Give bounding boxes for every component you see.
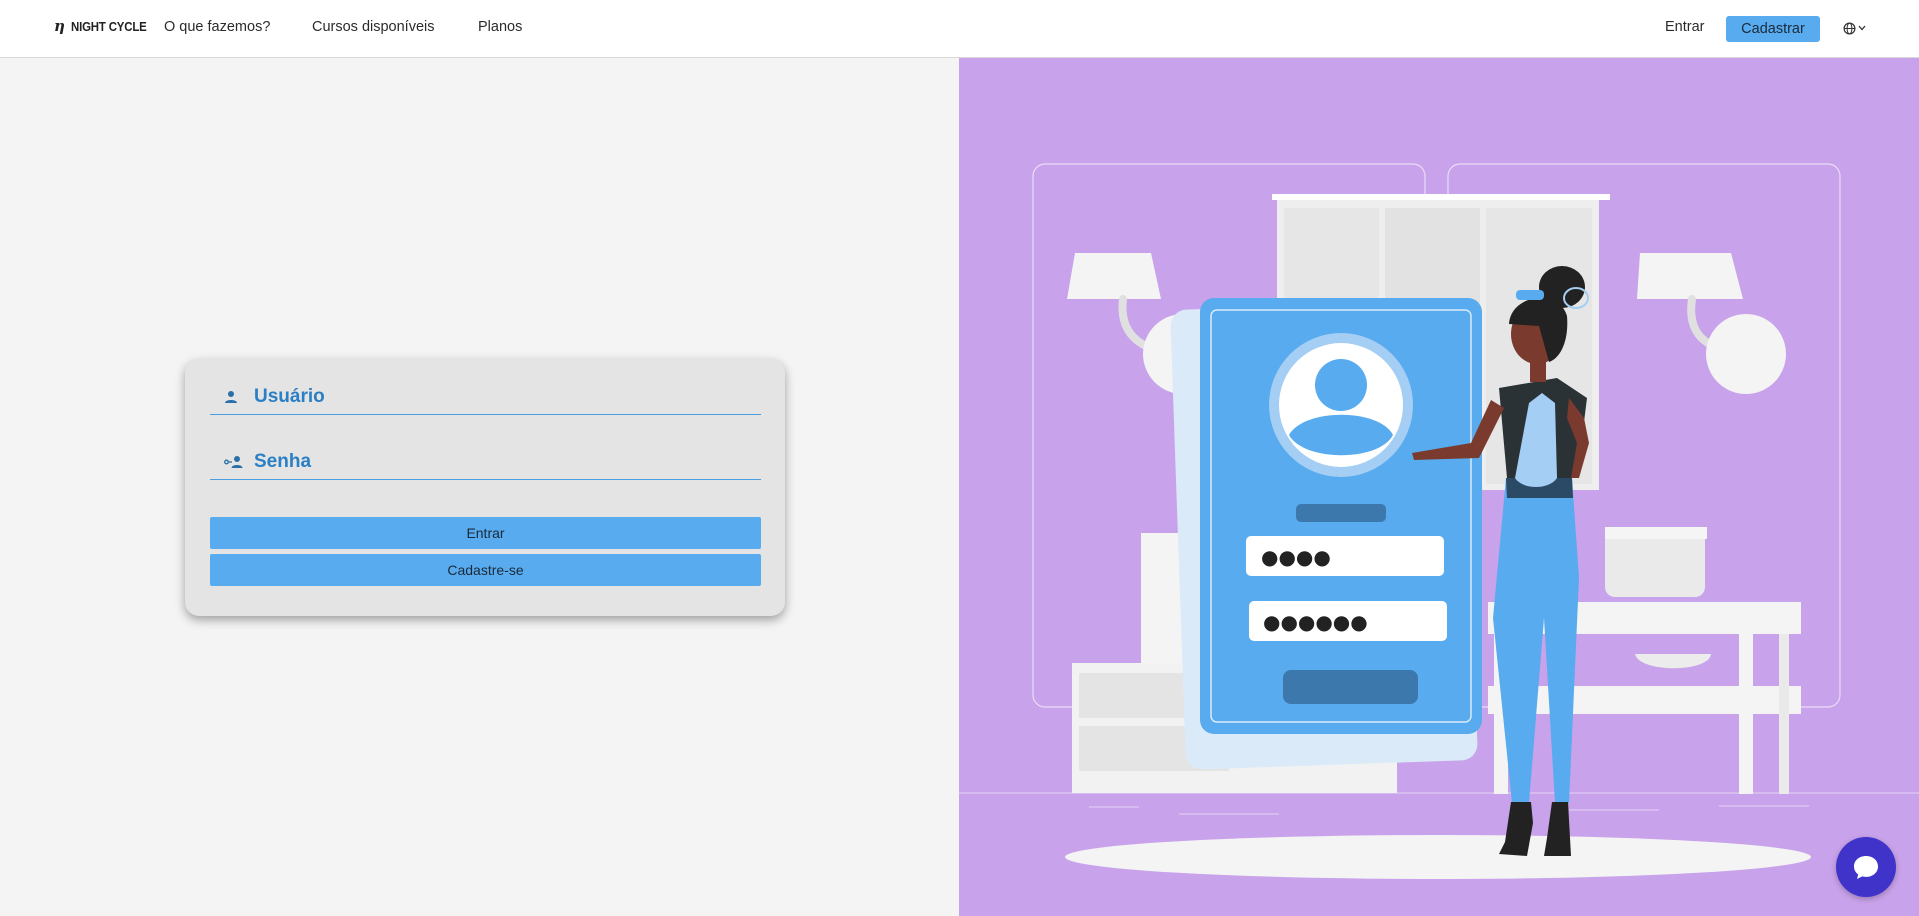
submit-login-button[interactable]: Entrar xyxy=(210,517,761,549)
globe-icon xyxy=(1843,22,1856,34)
brand-logo[interactable]: η NIGHT CYCLE xyxy=(54,17,157,35)
key-person-icon xyxy=(224,455,254,469)
login-link[interactable]: Entrar xyxy=(1665,19,1705,35)
illustration-password-dots: ●●●●●● xyxy=(1263,610,1368,634)
password-field[interactable]: Senha xyxy=(210,444,761,480)
signup-button-label: Cadastrar xyxy=(1741,21,1805,37)
nav-link-plans[interactable]: Planos xyxy=(478,19,522,35)
login-card: Usuário Senha Entrar Cadastre-se xyxy=(185,359,785,616)
chat-bubble-icon xyxy=(1854,856,1878,879)
person-icon xyxy=(224,390,254,404)
register-button[interactable]: Cadastre-se xyxy=(210,554,761,586)
login-illustration: ●●●● ●●●●●● xyxy=(959,163,1919,879)
username-field[interactable]: Usuário xyxy=(210,379,761,415)
chevron-down-icon xyxy=(1858,25,1866,31)
illustration-pane: ●●●● ●●●●●● xyxy=(959,58,1919,916)
nav-link-courses[interactable]: Cursos disponíveis xyxy=(312,19,435,35)
signup-button[interactable]: Cadastrar xyxy=(1726,16,1820,42)
register-label: Cadastre-se xyxy=(447,562,524,578)
illustration-pin-dots: ●●●● xyxy=(1261,545,1331,569)
chat-widget-button[interactable] xyxy=(1836,837,1896,897)
submit-login-label: Entrar xyxy=(466,525,505,541)
language-selector[interactable] xyxy=(1843,20,1869,36)
top-navbar: η NIGHT CYCLE O que fazemos? Cursos disp… xyxy=(0,0,1919,58)
logo-text: NIGHT CYCLE xyxy=(70,18,147,34)
username-label: Usuário xyxy=(254,385,325,407)
password-label: Senha xyxy=(254,450,312,472)
nav-link-what-we-do[interactable]: O que fazemos? xyxy=(164,19,270,35)
logo-mark: η xyxy=(54,17,65,35)
